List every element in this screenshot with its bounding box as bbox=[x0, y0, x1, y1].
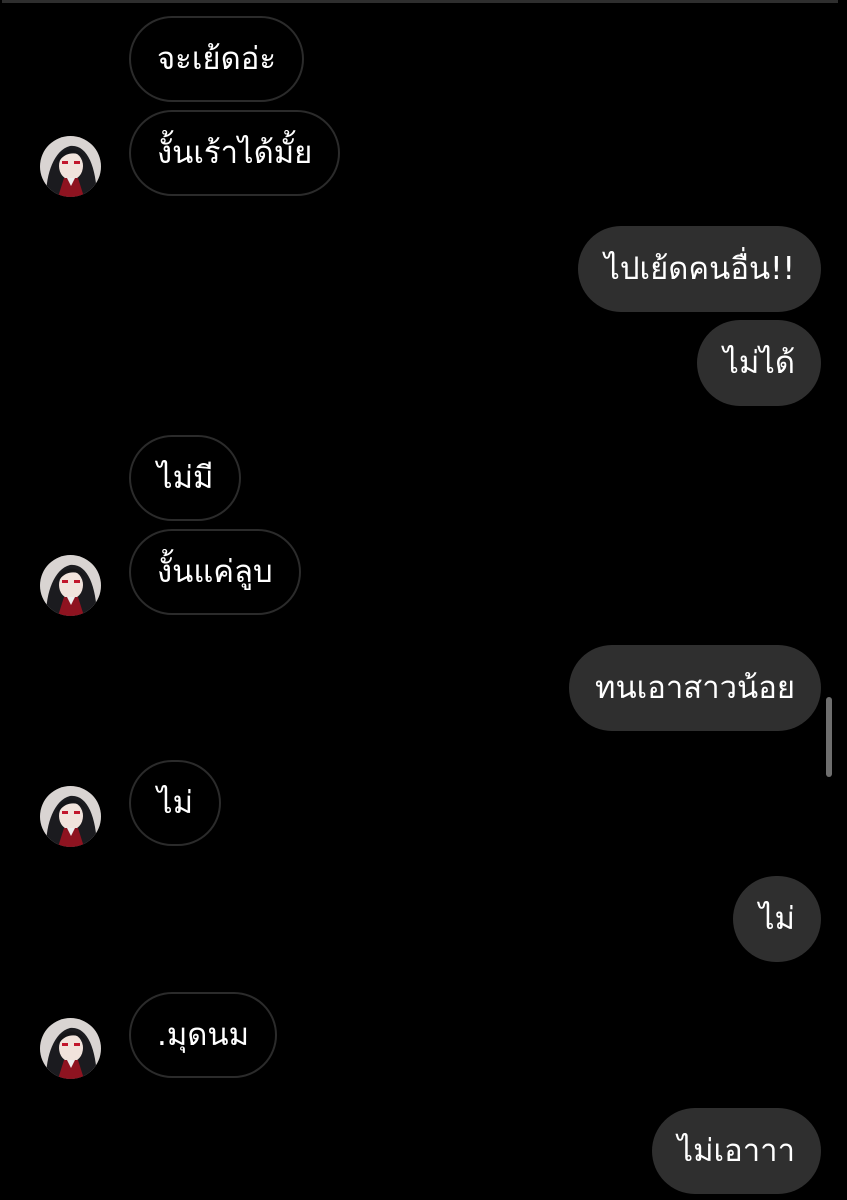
incoming-message-bubble[interactable]: ไม่มี bbox=[129, 435, 242, 521]
outgoing-message-bubble[interactable]: ทนเอาสาวน้อย bbox=[569, 645, 821, 731]
incoming-message-bubble[interactable]: .มุดนม bbox=[129, 992, 278, 1078]
contact-avatar-icon[interactable] bbox=[40, 136, 101, 197]
incoming-message-bubble[interactable]: งั้นเร้าได้มั้ย bbox=[129, 110, 341, 196]
incoming-message-bubble[interactable]: งั้นแค่ลูบ bbox=[129, 529, 301, 615]
contact-avatar-icon[interactable] bbox=[40, 786, 101, 847]
incoming-message-bubble[interactable]: ไม่ bbox=[129, 760, 222, 846]
incoming-message-bubble[interactable]: จะเย้ดอ่ะ bbox=[129, 16, 304, 102]
top-divider bbox=[2, 0, 838, 3]
outgoing-message-bubble[interactable]: ไปเย้ดคนอื่น!! bbox=[578, 226, 821, 312]
contact-avatar-icon[interactable] bbox=[40, 1018, 101, 1079]
outgoing-message-bubble[interactable]: ไม่เอาาา bbox=[651, 1108, 821, 1194]
contact-avatar-icon[interactable] bbox=[40, 555, 101, 616]
outgoing-message-bubble[interactable]: ไม่ได้ bbox=[697, 320, 821, 406]
outgoing-message-bubble[interactable]: ไม่ bbox=[732, 876, 821, 962]
scrollbar-thumb[interactable] bbox=[826, 697, 832, 777]
